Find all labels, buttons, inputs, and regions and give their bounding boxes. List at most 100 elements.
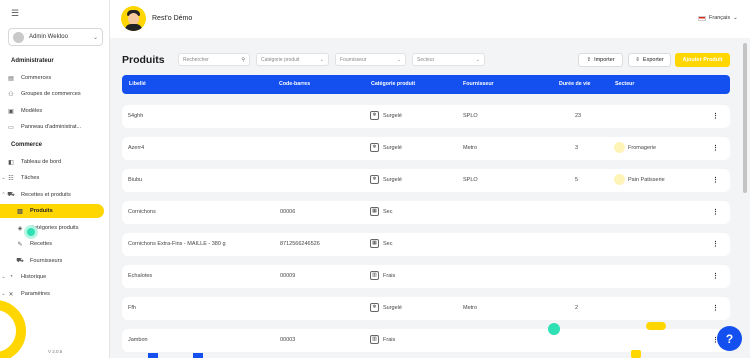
chevron-down-icon: ⌄ xyxy=(475,56,480,63)
truck-icon: ⛟ xyxy=(16,258,24,264)
sidebar-item-label: Commerces xyxy=(21,75,52,81)
more-options-icon[interactable]: ⋮ xyxy=(712,176,719,184)
avatar xyxy=(13,31,24,43)
scrollbar[interactable] xyxy=(742,38,748,358)
supplier: Metro xyxy=(463,305,478,311)
scrollbar-thumb[interactable] xyxy=(743,43,747,193)
sidebar-item-historique[interactable]: ⌄ ◔ Historique xyxy=(0,270,109,284)
template-icon: ▣ xyxy=(8,108,14,115)
search-icon: ⚲ xyxy=(241,56,245,63)
shelf-life: 2 xyxy=(575,305,579,311)
product-name: Ffh xyxy=(128,305,136,311)
category-cell: ❄ Surgelé xyxy=(370,111,402,120)
search-input[interactable]: Rechercher ⚲ xyxy=(178,53,250,66)
sidebar-item-label: Recettes xyxy=(30,241,53,247)
barcode: 00006 xyxy=(280,209,296,215)
restaurant-logo xyxy=(121,6,146,31)
language-label: Français xyxy=(709,15,731,21)
import-label: Importer xyxy=(594,57,615,63)
sidebar-item-produits[interactable]: ▥ Produits xyxy=(0,204,104,218)
more-options-icon[interactable]: ⋮ xyxy=(712,112,719,120)
sector-filter[interactable]: Secteur ⌄ xyxy=(412,53,485,66)
column-header[interactable]: Catégorie produit xyxy=(371,81,415,87)
help-button[interactable]: ? xyxy=(717,326,742,351)
table-row[interactable]: Jambon 00003 ▥ Frais ⋮ xyxy=(122,329,730,352)
category-icon: ❄ xyxy=(370,175,379,184)
supplier-filter[interactable]: Fournisseur ⌄ xyxy=(335,53,406,66)
collapse-menu-icon[interactable]: ☰ xyxy=(11,8,19,19)
column-header[interactable]: Durée de vie xyxy=(559,81,591,87)
sidebar-item-parametres[interactable]: ⌄ ✕ Paramètres xyxy=(0,287,109,301)
category-label: Frais xyxy=(383,272,396,279)
app-version: V 2.0.5 xyxy=(48,349,63,354)
category-icon: ❄ xyxy=(370,303,379,312)
column-header[interactable]: Libellé xyxy=(129,81,146,87)
page-title: Produits xyxy=(122,54,165,66)
category-label: Sec xyxy=(383,240,393,247)
download-icon: ⇩ xyxy=(635,57,640,63)
category-cell: ❄ Surgelé xyxy=(370,143,402,152)
supplier-placeholder: Fournisseur xyxy=(340,56,367,63)
table-row[interactable]: Ffh ❄ Surgelé Metro 2 ⋮ xyxy=(122,297,730,320)
sidebar-item-modeles[interactable]: ▣ Modèles xyxy=(0,104,109,118)
supplier: SPLO xyxy=(463,177,478,183)
barcode: 8712566246526 xyxy=(280,241,320,247)
sidebar: ☰ Admin Wektoo ⌄ Administrateur ▤ Commerc… xyxy=(0,0,110,358)
category-icon: ▥ xyxy=(370,335,379,344)
more-options-icon[interactable]: ⋮ xyxy=(712,272,719,280)
sidebar-item-label: Produits xyxy=(30,208,53,214)
sidebar-item-fournisseurs[interactable]: ⛟ Fournisseurs xyxy=(0,254,109,268)
table-row[interactable]: Cornichons 00006 ▦ Sec ⋮ xyxy=(122,201,730,224)
more-options-icon[interactable]: ⋮ xyxy=(712,304,719,312)
export-button[interactable]: ⇩ Exporter xyxy=(628,53,671,67)
category-filter[interactable]: Catégorie produit ⌄ xyxy=(256,53,329,66)
category-cell: ▥ Frais xyxy=(370,335,395,344)
sidebar-item-dashboard[interactable]: ◧ Tableau de bord xyxy=(0,155,109,169)
table-row[interactable]: Biubu ❄ Surgelé SPLO 5 Pain Patisserie ⋮ xyxy=(122,169,730,192)
sidebar-item-label: Tableau de bord xyxy=(21,159,62,165)
sector-label: Fromagerie xyxy=(628,144,657,151)
sidebar-item-commerces[interactable]: ▤ Commerces xyxy=(0,71,109,85)
decorative-blob xyxy=(631,350,641,358)
product-name: Cornichons xyxy=(128,209,156,215)
decorative-blob xyxy=(646,322,666,330)
product-name: Cornichons Extra-Fins - MAILLE - 380 g xyxy=(128,241,226,247)
user-selector[interactable]: Admin Wektoo ⌄ xyxy=(8,28,103,46)
more-options-icon[interactable]: ⋮ xyxy=(712,208,719,216)
table-row[interactable]: 54ghh ❄ Surgelé SPLO 23 ⋮ xyxy=(122,105,730,128)
category-icon: ❄ xyxy=(370,143,379,152)
sidebar-item-categories[interactable]: ◈ Catégories produits xyxy=(0,221,109,235)
sidebar-item-recettes[interactable]: ✎ Recettes xyxy=(0,237,109,251)
add-product-button[interactable]: Ajouter Produit xyxy=(675,53,730,67)
sidebar-item-groupes[interactable]: ⚇ Groupes de commerces xyxy=(0,87,109,101)
sector-placeholder: Secteur xyxy=(417,56,435,63)
more-options-icon[interactable]: ⋮ xyxy=(712,144,719,152)
column-header[interactable]: Fournisseur xyxy=(463,81,494,87)
chevron-down-icon: ⌄ xyxy=(733,15,738,21)
sidebar-item-panneau[interactable]: ▭ Panneau d'administrat... xyxy=(0,120,109,134)
decorative-ring xyxy=(0,300,26,358)
table-row[interactable]: Echalotes 00009 ▥ Frais ⋮ xyxy=(122,265,730,288)
tasks-icon: ☷ xyxy=(8,175,14,182)
column-header[interactable]: Code-barres xyxy=(279,81,310,87)
column-header[interactable]: Secteur xyxy=(615,81,634,87)
table-row[interactable]: Azerr4 ❄ Surgelé Metro 3 Fromagerie ⋮ xyxy=(122,137,730,160)
chevron-down-icon: ⌄ xyxy=(319,56,324,63)
category-label: Sec xyxy=(383,208,393,215)
category-cell: ▦ Sec xyxy=(370,239,392,248)
export-label: Exporter xyxy=(642,57,664,63)
import-button[interactable]: ⇪ Importer xyxy=(578,53,623,67)
table-row[interactable]: Cornichons Extra-Fins - MAILLE - 380 g 87… xyxy=(122,233,730,256)
header: Rest'o Démo Français ⌄ xyxy=(110,0,750,38)
add-product-label: Ajouter Produit xyxy=(682,57,723,63)
category-label: Surgelé xyxy=(383,176,402,183)
sidebar-item-recettes-produits[interactable]: ⌃ ⛟ Recettes et produits xyxy=(0,188,109,202)
more-options-icon[interactable]: ⋮ xyxy=(712,240,719,248)
sidebar-item-taches[interactable]: ⌄ ☷ Tâches xyxy=(0,171,109,185)
store-icon: ▤ xyxy=(8,75,14,82)
shelf-life: 5 xyxy=(575,177,579,183)
category-label: Surgelé xyxy=(383,112,402,119)
category-icon: ▥ xyxy=(370,271,379,280)
sidebar-item-label: Groupes de commerces xyxy=(21,91,81,97)
language-selector[interactable]: Français ⌄ xyxy=(698,15,738,21)
